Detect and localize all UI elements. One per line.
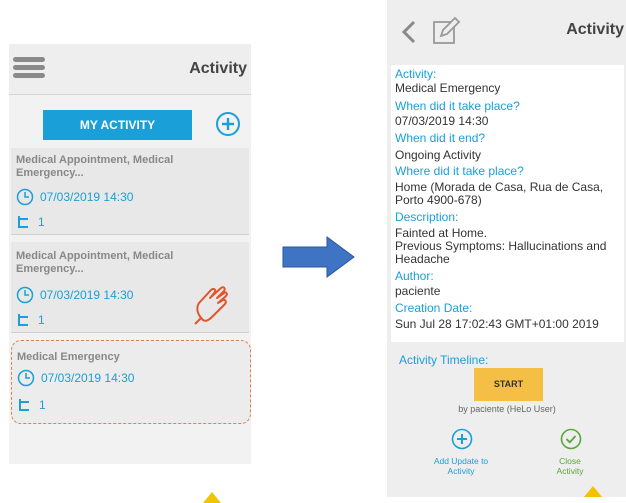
right-app-header: Activity	[387, 0, 626, 58]
timeline-tree-icon	[19, 399, 29, 411]
creation-date-value: Sun Jul 28 17:02:43 GMT+01:00 2019	[395, 317, 599, 331]
card-datetime: 07/03/2019 14:30	[40, 190, 134, 204]
left-phone-screen: Activity MY ACTIVITY Medical Appointment…	[9, 44, 251, 503]
where-label: Where did it take place?	[395, 164, 524, 178]
left-page-title: Activity	[189, 60, 247, 77]
clock-icon	[16, 286, 34, 304]
activity-card[interactable]: Medical Appointment, Medical Emergency..…	[11, 148, 249, 235]
timeline-tree-icon	[18, 216, 28, 228]
back-arrow-icon[interactable]	[401, 20, 417, 49]
right-phone-screen: Activity Activity: Medical Emergency Whe…	[387, 0, 626, 497]
card-count: 1	[39, 398, 46, 412]
end-value: Ongoing Activity	[395, 148, 482, 162]
activity-label: Activity:	[395, 67, 437, 81]
close-activity-check-icon[interactable]	[560, 428, 582, 455]
edit-pencil-icon[interactable]	[431, 16, 461, 51]
left-app-header: Activity	[9, 44, 251, 95]
when-value: 07/03/2019 14:30	[395, 114, 489, 128]
activity-value: Medical Emergency	[395, 81, 501, 95]
card-count-row: 1	[16, 214, 45, 230]
clock-icon	[16, 188, 34, 206]
description-label: Description:	[395, 210, 459, 224]
card-datetime: 07/03/2019 14:30	[40, 288, 134, 302]
where-value: Home (Morada de Casa, Rua de Casa, Porto…	[395, 180, 604, 207]
card-title: Medical Emergency	[17, 351, 120, 363]
close-activity-button[interactable]: Close Activity	[547, 456, 593, 476]
tap-hand-icon	[191, 280, 231, 331]
add-update-button[interactable]: Add Update to Activity	[425, 456, 497, 476]
by-user-text: by paciente (HeLo User)	[458, 404, 556, 414]
add-update-icon[interactable]	[451, 428, 473, 455]
start-button[interactable]: START	[474, 368, 543, 401]
creation-date-label: Creation Date:	[395, 301, 473, 315]
when-label: When did it take place?	[395, 99, 520, 113]
card-datetime-row: 07/03/2019 14:30	[16, 286, 133, 304]
card-count: 1	[38, 215, 45, 229]
card-count-row: 1	[17, 397, 46, 413]
clock-icon	[17, 369, 35, 387]
card-datetime-row: 07/03/2019 14:30	[17, 369, 134, 387]
card-datetime-row: 07/03/2019 14:30	[16, 188, 133, 206]
add-activity-icon[interactable]	[215, 111, 241, 142]
description-line2: Previous Symptoms: Hallucinations and He…	[395, 239, 607, 266]
card-datetime: 07/03/2019 14:30	[41, 371, 135, 385]
activity-details-panel: Activity: Medical Emergency When did it …	[391, 65, 624, 342]
author-label: Author:	[395, 269, 434, 283]
card-title: Medical Appointment, Medical Emergency..…	[16, 250, 174, 275]
activity-timeline-label: Activity Timeline:	[399, 353, 489, 367]
activity-card-selected[interactable]: Medical Emergency 07/03/2019 14:30 1	[11, 340, 251, 424]
author-value: paciente	[395, 284, 441, 298]
menu-icon[interactable]	[13, 57, 45, 79]
my-activity-button[interactable]: MY ACTIVITY	[43, 110, 192, 140]
card-count: 1	[38, 313, 45, 327]
pointer-triangle-icon	[203, 492, 221, 503]
transition-arrow-icon	[282, 236, 356, 283]
timeline-tree-icon	[18, 314, 28, 326]
pointer-triangle-icon	[584, 486, 602, 497]
card-title: Medical Appointment, Medical Emergency..…	[16, 154, 174, 179]
right-page-title: Activity	[566, 21, 624, 38]
end-label: When did it end?	[395, 131, 486, 145]
card-count-row: 1	[16, 312, 45, 328]
